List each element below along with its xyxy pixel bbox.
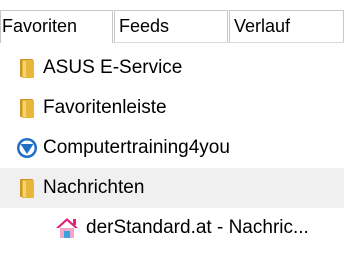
- favorite-label: derStandard.at - Nachric...: [86, 217, 309, 238]
- tab-verlauf[interactable]: Verlauf: [229, 10, 344, 42]
- tab-bar: Favoriten Feeds Verlauf: [0, 0, 344, 43]
- tab-feeds[interactable]: Feeds: [114, 10, 228, 42]
- folder-icon: [16, 177, 38, 199]
- folder-icon: [16, 97, 38, 119]
- favorite-label: ASUS E-Service: [43, 57, 183, 78]
- favorite-label: Nachrichten: [43, 177, 145, 198]
- favorite-link-computertraining4you[interactable]: Computertraining4you: [0, 128, 344, 168]
- site-shield-icon: [16, 137, 38, 159]
- tab-favoriten[interactable]: Favoriten: [0, 10, 113, 43]
- favorite-link-derstandard[interactable]: derStandard.at - Nachric...: [0, 208, 344, 248]
- favorites-list: ASUS E-Service Favoritenleiste Computert…: [0, 48, 344, 248]
- feed-home-icon: [54, 217, 80, 239]
- favorite-folder-favoritenleiste[interactable]: Favoritenleiste: [0, 88, 344, 128]
- favorite-folder-nachrichten[interactable]: Nachrichten: [0, 168, 344, 208]
- favorite-folder-asus-e-service[interactable]: ASUS E-Service: [0, 48, 344, 88]
- favorite-label: Favoritenleiste: [43, 97, 167, 118]
- favorite-label: Computertraining4you: [43, 137, 230, 158]
- folder-icon: [16, 57, 38, 79]
